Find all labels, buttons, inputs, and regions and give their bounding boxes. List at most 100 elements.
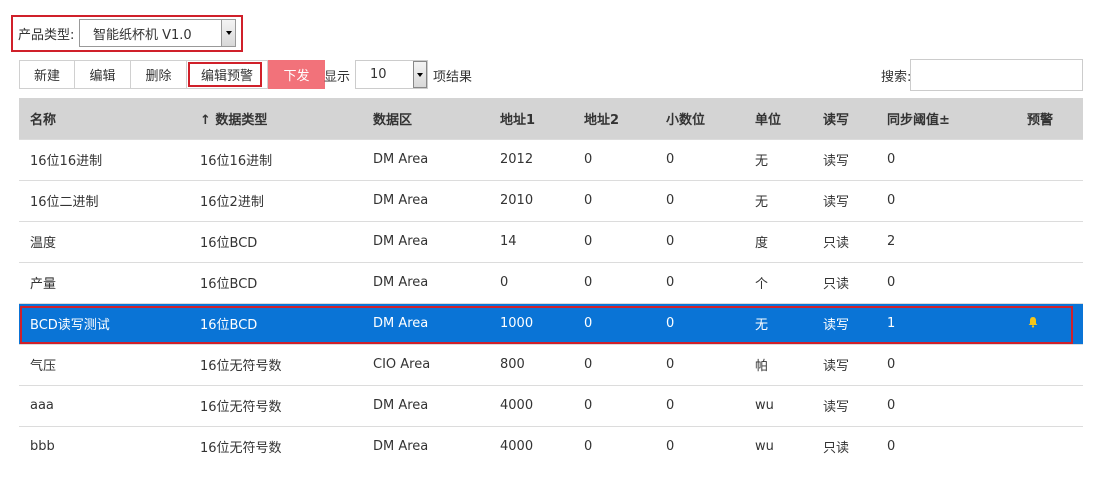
- cell-data-type: 16位BCD: [189, 302, 362, 344]
- cell-data-type: 16位无符号数: [189, 343, 362, 385]
- cell-alarm: [1016, 343, 1083, 385]
- cell-read-write: 只读: [812, 220, 876, 262]
- cell-decimals: 0: [655, 138, 744, 180]
- bell-icon[interactable]: [1027, 316, 1039, 328]
- page-length-value: 10: [370, 67, 387, 82]
- cell-address1: 2012: [489, 138, 573, 180]
- cell-address2: 0: [573, 425, 655, 467]
- column-header-address2[interactable]: 地址2: [573, 98, 655, 139]
- page-length-dropdown-button[interactable]: [413, 61, 427, 88]
- cell-sync-threshold: 0: [876, 425, 1016, 467]
- cell-unit: wu: [744, 425, 812, 467]
- column-header-address1[interactable]: 地址1: [489, 98, 573, 139]
- table-row[interactable]: 气压 16位无符号数 CIO Area 800 0 0 帕读写 0: [19, 343, 1083, 385]
- cell-name: 16位二进制: [19, 179, 189, 221]
- cell-data-area: DM Area: [362, 384, 489, 426]
- table-row[interactable]: aaa 16位无符号数 DM Area 4000 0 0 wu 读写 0: [19, 384, 1083, 426]
- column-header-read-write[interactable]: 读写: [812, 98, 876, 139]
- cell-data-area: DM Area: [362, 138, 489, 180]
- cell-unit: 无: [744, 179, 812, 221]
- cell-data-type: 16位16进制: [189, 138, 362, 180]
- column-header-unit[interactable]: 单位: [744, 98, 812, 139]
- issue-button[interactable]: 下发: [268, 60, 325, 89]
- cell-read-write: 只读: [812, 425, 876, 467]
- cell-address1: 0: [489, 261, 573, 303]
- product-type-select[interactable]: 智能纸杯机 V1.0: [79, 19, 236, 47]
- cell-sync-threshold: 0: [876, 343, 1016, 385]
- cell-decimals: 0: [655, 425, 744, 467]
- cell-name: BCD读写测试: [19, 302, 189, 344]
- cell-address2: 0: [573, 261, 655, 303]
- cell-decimals: 0: [655, 343, 744, 385]
- cell-alarm: [1016, 179, 1083, 221]
- cell-data-area: DM Area: [362, 261, 489, 303]
- cell-data-area: CIO Area: [362, 343, 489, 385]
- cell-unit: 无: [744, 138, 812, 180]
- column-header-name[interactable]: 名称: [19, 98, 189, 139]
- cell-data-type: 16位无符号数: [189, 425, 362, 467]
- cell-address1: 4000: [489, 425, 573, 467]
- cell-alarm: [1016, 302, 1083, 344]
- delete-button[interactable]: 删除: [130, 60, 187, 89]
- results-label: 项结果: [433, 70, 473, 85]
- cell-data-area: DM Area: [362, 179, 489, 221]
- new-button[interactable]: 新建: [19, 60, 75, 89]
- cell-name: bbb: [19, 425, 189, 467]
- cell-unit: wu: [744, 384, 812, 426]
- cell-alarm: [1016, 425, 1083, 467]
- show-label: 显示: [324, 70, 351, 85]
- cell-data-type: 16位BCD: [189, 261, 362, 303]
- cell-name: 温度: [19, 220, 189, 262]
- cell-sync-threshold: 1: [876, 302, 1016, 344]
- cell-unit: 帕: [744, 343, 812, 385]
- cell-address2: 0: [573, 138, 655, 180]
- column-header-decimals[interactable]: 小数位: [655, 98, 744, 139]
- cell-read-write: 读写: [812, 384, 876, 426]
- cell-read-write: 读写: [812, 343, 876, 385]
- table-row[interactable]: 16位16进制 16位16进制 DM Area 2012 0 0 无读写 0: [19, 138, 1083, 180]
- table-row[interactable]: 16位二进制 16位2进制 DM Area 2010 0 0 无读写 0: [19, 179, 1083, 221]
- cell-data-area: DM Area: [362, 220, 489, 262]
- search-input[interactable]: [910, 59, 1083, 91]
- cell-address2: 0: [573, 220, 655, 262]
- cell-name: 产量: [19, 261, 189, 303]
- cell-address1: 1000: [489, 302, 573, 344]
- column-header-data-area[interactable]: 数据区: [362, 98, 489, 139]
- page-length-select[interactable]: 10: [355, 60, 428, 89]
- cell-sync-threshold: 2: [876, 220, 1016, 262]
- cell-unit: 无: [744, 302, 812, 344]
- cell-address1: 2010: [489, 179, 573, 221]
- cell-address2: 0: [573, 343, 655, 385]
- cell-address1: 14: [489, 220, 573, 262]
- cell-name: 气压: [19, 343, 189, 385]
- cell-address2: 0: [573, 179, 655, 221]
- edit-button[interactable]: 编辑: [74, 60, 131, 89]
- cell-name: aaa: [19, 384, 189, 426]
- search-label: 搜索:: [881, 70, 912, 85]
- table-row[interactable]: bbb 16位无符号数 DM Area 4000 0 0 wu 只读 0: [19, 425, 1083, 467]
- table-row[interactable]: 产量 16位BCD DM Area 0 0 0 个只读 0: [19, 261, 1083, 303]
- cell-address2: 0: [573, 302, 655, 344]
- cell-decimals: 0: [655, 261, 744, 303]
- cell-address1: 4000: [489, 384, 573, 426]
- column-header-sync-threshold[interactable]: 同步阈值±: [876, 98, 1016, 139]
- cell-data-area: DM Area: [362, 302, 489, 344]
- cell-read-write: 读写: [812, 179, 876, 221]
- column-header-alarm[interactable]: 预警: [1016, 98, 1083, 139]
- cell-name: 16位16进制: [19, 138, 189, 180]
- cell-read-write: 读写: [812, 138, 876, 180]
- table-row[interactable]: 温度 16位BCD DM Area 14 0 0 度只读 2: [19, 220, 1083, 262]
- cell-decimals: 0: [655, 179, 744, 221]
- cell-unit: 度: [744, 220, 812, 262]
- chevron-down-icon: [417, 72, 423, 77]
- cell-data-type: 16位2进制: [189, 179, 362, 221]
- product-type-dropdown-button[interactable]: [221, 20, 235, 46]
- cell-alarm: [1016, 220, 1083, 262]
- edit-alarm-button[interactable]: 编辑预警: [186, 60, 268, 89]
- column-header-data-type[interactable]: ↑ 数据类型: [189, 98, 362, 139]
- table-row[interactable]: BCD读写测试 16位BCD DM Area 1000 0 0 无读写 1: [19, 302, 1083, 344]
- data-table: 名称 ↑ 数据类型 数据区 地址1 地址2 小数位 单位 读写 同步阈值± 预警…: [19, 98, 1083, 467]
- product-type-value: 智能纸杯机 V1.0: [93, 27, 192, 43]
- table-header-row: 名称 ↑ 数据类型 数据区 地址1 地址2 小数位 单位 读写 同步阈值± 预警: [19, 98, 1083, 139]
- cell-read-write: 只读: [812, 261, 876, 303]
